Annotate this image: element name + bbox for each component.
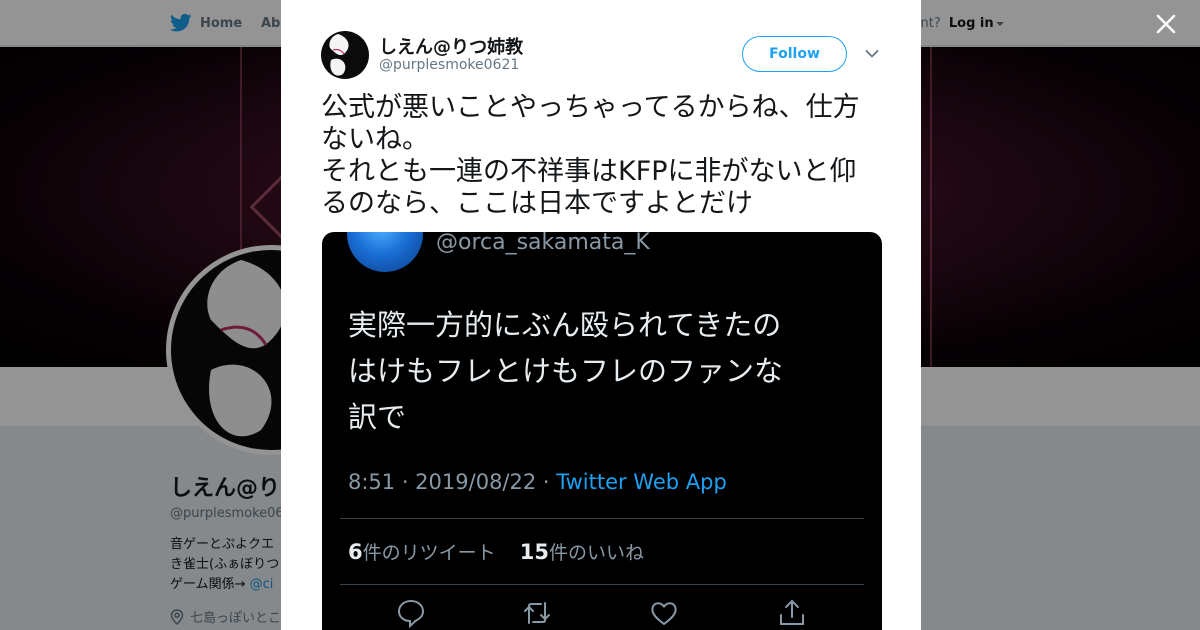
reply-icon: [397, 599, 425, 628]
embedded-divider: [340, 518, 864, 519]
share-icon: [780, 599, 804, 625]
tweet-text: 公式が悪いことやっちゃってるからね、仕方 ないね。 それとも一連の不祥事はKFP…: [321, 92, 891, 220]
tweet-modal: しえん@りつ姉教 @purplesmoke0621 Follow 公式が悪いこと…: [281, 0, 921, 630]
tweet-text-line: ないね。: [321, 124, 429, 155]
like-label: 件のいいね: [548, 542, 644, 564]
embedded-timestamp: 8:51 · 2019/08/22 · Twitter Web App: [348, 470, 727, 494]
like-icon: [651, 602, 677, 626]
like-count: 15: [519, 540, 549, 564]
embedded-text-line: 訳で: [348, 400, 407, 434]
embedded-text-line: 実際一方的にぶん殴られてきたの: [348, 308, 782, 342]
tweet-text-line: それとも一連の不祥事はKFPに非がないと仰: [321, 156, 857, 187]
close-icon[interactable]: [1152, 10, 1180, 38]
tweet-author-handle[interactable]: @purplesmoke0621: [379, 57, 519, 73]
embedded-stats: 6件のリツイート 15件のいいね: [348, 538, 644, 565]
embedded-text-line: はけもフレとけもフレのファンな: [348, 354, 784, 388]
retweet-count: 6: [348, 540, 363, 564]
embedded-app-source: Twitter Web App: [556, 470, 727, 494]
embedded-handle: @orca_sakamata_K: [436, 232, 650, 255]
embedded-action-bar: [322, 598, 882, 630]
embedded-tweet-text: 実際一方的にぶん殴られてきたの はけもフレとけもフレのファンな 訳で: [348, 302, 783, 440]
tweet-author-avatar[interactable]: [321, 31, 369, 79]
tweet-media-screenshot[interactable]: @orca_sakamata_K 実際一方的にぶん殴られてきたの はけもフレとけ…: [322, 232, 882, 630]
tweet-text-line: 公式が悪いことやっちゃってるからね、仕方: [321, 92, 860, 123]
tweet-text-line: るのなら、ここは日本ですよとだけ: [321, 188, 753, 219]
chevron-down-icon[interactable]: [865, 49, 879, 59]
follow-button[interactable]: Follow: [742, 36, 847, 72]
embedded-divider: [340, 584, 864, 585]
tweet-author-name[interactable]: しえん@りつ姉教: [379, 33, 523, 59]
embedded-avatar: [347, 232, 423, 272]
retweet-icon: [524, 602, 550, 624]
embedded-time: 8:51 · 2019/08/22 ·: [348, 470, 557, 494]
retweet-label: 件のリツイート: [362, 542, 496, 564]
